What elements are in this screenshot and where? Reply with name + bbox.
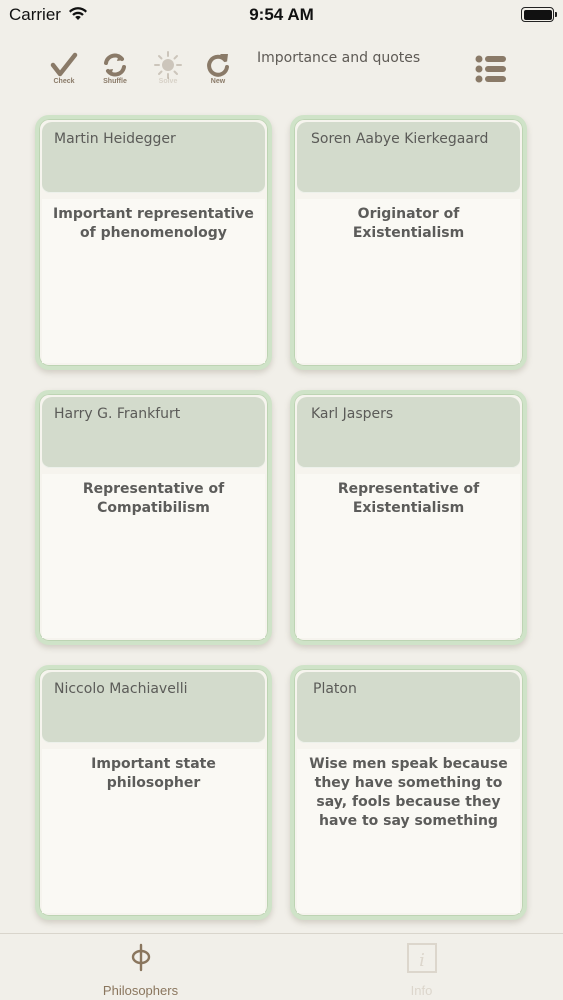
list-icon	[475, 55, 506, 83]
philosopher-card[interactable]: Niccolo Machiavelli Important state phil…	[35, 665, 272, 920]
menu-button[interactable]	[471, 48, 511, 88]
shuffle-button[interactable]: Shuffle	[97, 50, 133, 90]
card-body: Important representative of phenomenolog…	[42, 199, 265, 363]
philosopher-card[interactable]: Harry G. Frankfurt Representative of Com…	[35, 390, 272, 645]
philosopher-description: Originator of Existentialism	[352, 206, 465, 241]
philosopher-name: Platon	[313, 681, 357, 697]
tab-philosophers-label: Philosophers	[102, 983, 179, 998]
refresh-icon	[207, 54, 229, 77]
svg-text:i: i	[419, 950, 425, 971]
philosopher-card[interactable]: Soren Aabye Kierkegaard Originator of Ex…	[290, 115, 527, 370]
status-bar: Carrier 9:54 AM	[0, 0, 563, 30]
solve-button[interactable]: Solve	[150, 50, 186, 90]
philosopher-name: Martin Heidegger	[54, 131, 176, 147]
card-header: Harry G. Frankfurt	[42, 397, 265, 468]
philosopher-card[interactable]: Martin Heidegger Important representativ…	[35, 115, 272, 370]
tab-bar: Philosophers i Info	[0, 933, 563, 1000]
battery-tip	[555, 12, 557, 17]
philosopher-description: Representative of Compatibilism	[82, 481, 225, 516]
tab-info[interactable]: i Info	[281, 934, 562, 1000]
philosopher-description: Important representative of phenomenolog…	[53, 206, 254, 241]
philosopher-card[interactable]: Platon Wise men speak because they have …	[290, 665, 527, 920]
card-header: Martin Heidegger	[42, 122, 265, 193]
check-button[interactable]: Check	[46, 50, 82, 90]
card-body: Important state philosopher	[42, 749, 265, 913]
card-body: Originator of Existentialism	[297, 199, 520, 363]
sun-icon	[154, 51, 182, 79]
page-title: Importance and quotes	[257, 50, 421, 66]
philosopher-description: Important state philosopher	[91, 756, 216, 791]
check-button-label: Check	[53, 78, 75, 85]
info-icon: i	[281, 942, 562, 976]
philosopher-name: Soren Aabye Kierkegaard	[311, 131, 489, 147]
card-header: Platon	[297, 672, 520, 743]
philosopher-description: Wise men speak because they have somethi…	[309, 756, 508, 829]
tab-philosophers[interactable]: Philosophers	[0, 934, 281, 1000]
clock: 9:54 AM	[249, 5, 314, 24]
tab-info-label: Info	[410, 983, 433, 998]
phi-icon	[0, 942, 281, 976]
check-icon	[50, 52, 78, 77]
shuffle-button-label: Shuffle	[103, 78, 127, 85]
philosopher-name: Niccolo Machiavelli	[54, 681, 188, 697]
card-header: Niccolo Machiavelli	[42, 672, 265, 743]
card-header: Soren Aabye Kierkegaard	[297, 122, 520, 193]
battery-icon	[521, 7, 554, 22]
new-button[interactable]: New	[200, 50, 236, 90]
philosopher-name: Karl Jaspers	[311, 406, 394, 422]
philosopher-card[interactable]: Karl Jaspers Representative of Existenti…	[290, 390, 527, 645]
philosopher-description: Representative of Existentialism	[337, 481, 480, 516]
card-body: Representative of Existentialism	[297, 474, 520, 638]
philosopher-name: Harry G. Frankfurt	[54, 406, 181, 422]
toolbar: Check Shuffle Solve New Importance and q…	[0, 44, 563, 94]
new-button-label: New	[210, 78, 226, 85]
shuffle-icon	[104, 53, 126, 77]
card-body: Wise men speak because they have somethi…	[297, 749, 520, 913]
card-header: Karl Jaspers	[297, 397, 520, 468]
card-body: Representative of Compatibilism	[42, 474, 265, 638]
